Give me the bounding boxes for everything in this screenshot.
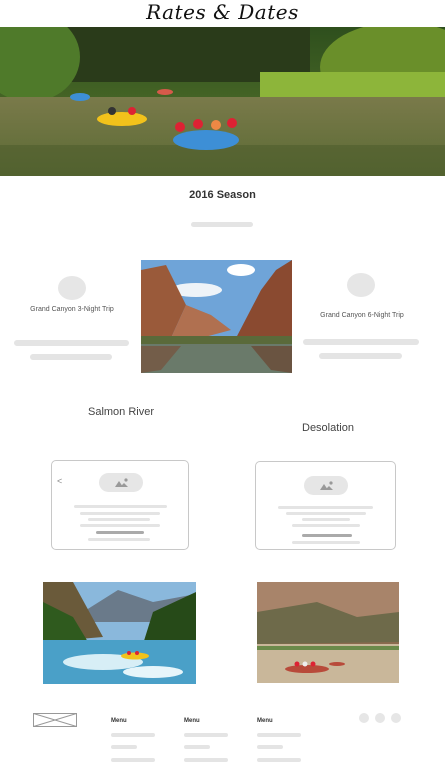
footer-link-placeholder[interactable] xyxy=(184,745,210,749)
trip-dates-placeholder xyxy=(319,353,402,359)
footer-link-placeholder[interactable] xyxy=(184,733,228,737)
river-label-desolation: Desolation xyxy=(302,422,354,434)
hero-rafting-image xyxy=(0,27,445,176)
social-icon[interactable] xyxy=(391,713,401,723)
card-text-line xyxy=(88,518,150,521)
card-text-line xyxy=(286,512,366,515)
logo-placeholder-icon[interactable] xyxy=(33,713,77,727)
footer-link-placeholder[interactable] xyxy=(111,733,155,737)
river-label-salmon: Salmon River xyxy=(88,406,155,418)
season-subtext-placeholder xyxy=(191,222,253,227)
trip-card-desolation[interactable] xyxy=(255,461,396,550)
footer-menu-heading[interactable]: Menu xyxy=(111,718,127,724)
card-text-line xyxy=(74,505,167,508)
footer-menu-heading[interactable]: Menu xyxy=(184,718,200,724)
footer-link-placeholder[interactable] xyxy=(111,745,137,749)
card-text-line xyxy=(88,538,150,541)
trip-avatar-placeholder xyxy=(58,276,86,300)
card-text-line xyxy=(80,512,160,515)
social-icon[interactable] xyxy=(359,713,369,723)
trip-price-placeholder xyxy=(14,340,129,346)
footer-menu-heading[interactable]: Menu xyxy=(257,718,273,724)
chevron-left-icon[interactable]: < xyxy=(57,476,62,486)
card-text-line xyxy=(292,524,360,527)
desolation-canyon-image xyxy=(257,582,399,683)
trip-avatar-placeholder xyxy=(347,273,375,297)
page-title: Rates & Dates xyxy=(146,0,299,24)
card-button-placeholder[interactable] xyxy=(96,531,144,534)
card-text-line xyxy=(80,524,160,527)
trip-card-salmon[interactable]: < xyxy=(51,460,189,550)
trip-dates-placeholder xyxy=(30,354,112,360)
footer-link-placeholder[interactable] xyxy=(111,758,155,762)
card-text-line xyxy=(278,506,373,509)
trip-label-grand-canyon-6: Grand Canyon 6-Night Trip xyxy=(320,312,404,319)
season-heading: 2016 Season xyxy=(189,189,256,201)
social-icon[interactable] xyxy=(375,713,385,723)
card-text-line xyxy=(292,541,360,544)
footer-link-placeholder[interactable] xyxy=(257,733,301,737)
salmon-river-image xyxy=(43,582,196,684)
footer-link-placeholder[interactable] xyxy=(257,745,283,749)
trip-price-placeholder xyxy=(303,339,419,345)
grand-canyon-image xyxy=(141,260,292,373)
image-placeholder-icon xyxy=(99,473,143,492)
image-placeholder-icon xyxy=(304,476,348,495)
card-text-line xyxy=(302,518,350,521)
footer-link-placeholder[interactable] xyxy=(184,758,228,762)
footer-link-placeholder[interactable] xyxy=(257,758,301,762)
trip-label-grand-canyon-3: Grand Canyon 3-Night Trip xyxy=(30,306,114,313)
card-button-placeholder[interactable] xyxy=(302,534,352,537)
